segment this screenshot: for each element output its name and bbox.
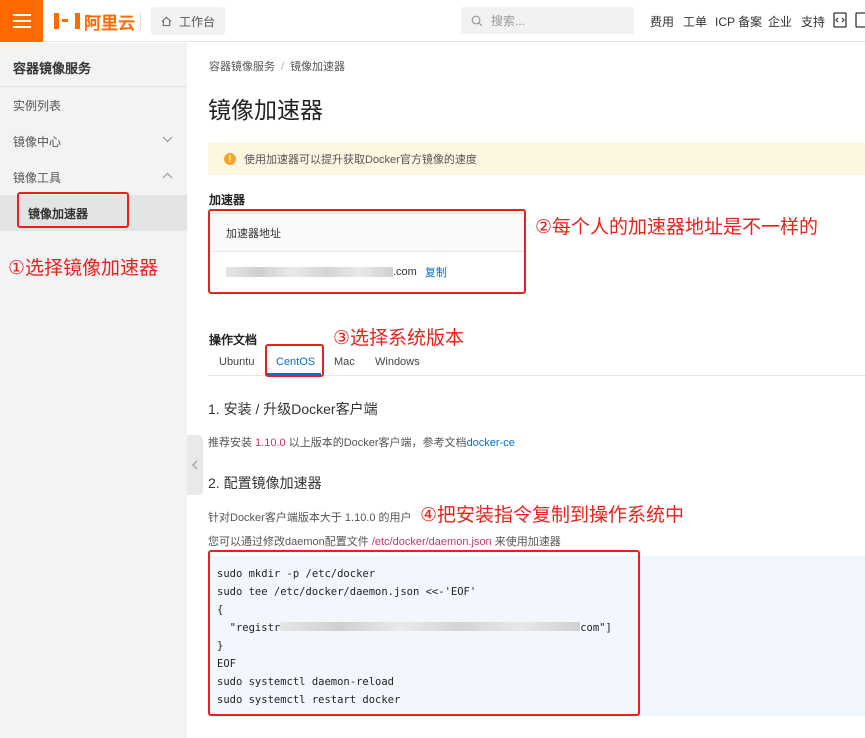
step1-text-mid: 以上版本的Docker客户端，参考文档: [288, 437, 467, 449]
nav-enterprise[interactable]: 企业: [768, 13, 792, 30]
sidebar-item-image-tools[interactable]: 镜像工具: [0, 159, 187, 195]
docs-section-label: 操作文档: [209, 333, 258, 347]
step1-text: 推荐安装 1.10.0 以上版本的Docker客户端，参考文档docker-ce: [208, 434, 515, 450]
sidebar-item-label: 镜像中心: [13, 134, 62, 149]
step1-title: 1. 安装 / 升级Docker客户端: [208, 401, 378, 417]
highlight-box-sidebar: [17, 192, 129, 228]
search-input[interactable]: 搜索...: [461, 7, 634, 34]
tab-windows[interactable]: Windows: [375, 356, 420, 368]
daemon-json-path: /etc/docker/daemon.json: [371, 536, 492, 548]
notice-banner: ! 使用加速器可以提升获取Docker官方镜像的速度: [208, 143, 865, 175]
step2-text2: 您可以通过修改daemon配置文件 /etc/docker/daemon.jso…: [208, 533, 561, 549]
search-icon: [471, 15, 483, 26]
menu-icon[interactable]: [0, 0, 43, 42]
top-bar: 阿里云 工作台 搜索... 费用 工单 ICP 备案 企业 支持: [0, 0, 865, 42]
workbench-button[interactable]: 工作台: [151, 7, 225, 35]
sidebar-title: 容器镜像服务: [13, 61, 92, 76]
step2-title: 2. 配置镜像加速器: [208, 475, 322, 491]
logo-mark-icon: [54, 13, 80, 29]
step2-text2-post: 来使用加速器: [494, 536, 561, 548]
annotation-3: ③选择系统版本: [333, 327, 465, 349]
chevron-up-icon: [162, 172, 173, 179]
sidebar: 容器镜像服务 实例列表 镜像中心 镜像工具 镜像加速器: [0, 43, 187, 738]
nav-icp[interactable]: ICP 备案: [715, 13, 762, 30]
annotation-4: ④把安装指令复制到操作系统中: [420, 504, 685, 526]
tab-ubuntu[interactable]: Ubuntu: [219, 356, 254, 368]
highlight-box-centos: [265, 344, 324, 377]
breadcrumb-current: 镜像加速器: [290, 61, 346, 73]
nav-support[interactable]: 支持: [801, 13, 825, 30]
tab-mac[interactable]: Mac: [334, 356, 355, 368]
warning-icon: !: [224, 153, 236, 165]
step1-text-pre: 推荐安装: [208, 437, 252, 449]
search-placeholder: 搜索...: [491, 14, 526, 28]
step2-text2-pre: 您可以通过修改daemon配置文件: [208, 536, 369, 548]
breadcrumb: 容器镜像服务 / 镜像加速器: [209, 58, 345, 74]
home-icon: [161, 16, 172, 26]
highlight-box-address: [208, 209, 526, 294]
workbench-label: 工作台: [179, 14, 216, 29]
accelerator-section-label: 加速器: [209, 193, 246, 207]
nav-fees[interactable]: 费用: [650, 13, 674, 30]
message-icon[interactable]: [855, 12, 865, 28]
breadcrumb-root[interactable]: 容器镜像服务: [209, 61, 275, 73]
chevron-down-icon: [162, 136, 173, 143]
sidebar-item-label: 实例列表: [13, 98, 62, 113]
brand-name: 阿里云: [84, 13, 135, 34]
nav-tickets[interactable]: 工单: [683, 13, 707, 30]
step1-version: 1.10.0: [255, 437, 286, 449]
annotation-2: ②每个人的加速器地址是不一样的: [535, 216, 819, 238]
sidebar-item-image-center[interactable]: 镜像中心: [0, 123, 187, 159]
annotation-1: ①选择镜像加速器: [8, 257, 159, 279]
docker-ce-link[interactable]: docker-ce: [467, 437, 515, 449]
sidebar-item-label: 镜像工具: [13, 170, 62, 185]
notice-text: 使用加速器可以提升获取Docker官方镜像的速度: [244, 154, 477, 166]
step2-text1: 针对Docker客户端版本大于 1.10.0 的用户: [208, 512, 412, 524]
sidebar-item-instances[interactable]: 实例列表: [0, 87, 187, 123]
divider: [140, 12, 141, 30]
aliyun-logo[interactable]: 阿里云: [54, 9, 135, 34]
code-icon[interactable]: [833, 12, 847, 28]
breadcrumb-separator: /: [281, 61, 285, 73]
highlight-box-code: [208, 550, 640, 716]
page-title: 镜像加速器: [208, 97, 323, 123]
